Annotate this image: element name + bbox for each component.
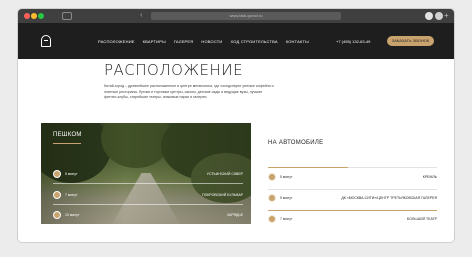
walk-time: 5 минут bbox=[65, 172, 78, 176]
car-destination: КРЕМЛЬ bbox=[422, 175, 437, 179]
walk-route-row[interactable]: 10 минут ЗАРЯДЬЕ bbox=[53, 211, 243, 221]
walk-destination: ПОКРОВСКИЙ БУЛЬВАР bbox=[202, 193, 243, 197]
site-header: РАСПОЛОЖЕНИЕ КВАРТИРЫ ГАЛЕРЕЯ НОВОСТИ ХО… bbox=[18, 23, 454, 59]
car-time: 5 минут bbox=[280, 196, 293, 200]
phone-number[interactable]: +7 (495) 132-63-49 bbox=[336, 39, 370, 44]
nav-item-contacts[interactable]: КОНТАКТЫ bbox=[286, 39, 309, 44]
nav-item-apartments[interactable]: КВАРТИРЫ bbox=[143, 39, 166, 44]
walk-panel: ПЕШКОМ 5 минут УСТЬИНСКИЙ СКВЕР 7 минут … bbox=[41, 123, 251, 224]
walk-route-row[interactable]: 5 минут УСТЬИНСКИЙ СКВЕР bbox=[53, 170, 243, 180]
call-back-button[interactable]: ЗАКАЗАТЬ ЗВОНОК bbox=[387, 36, 434, 46]
main-menu: РАСПОЛОЖЕНИЕ КВАРТИРЫ ГАЛЕРЕЯ НОВОСТИ ХО… bbox=[98, 39, 309, 44]
browser-chrome: ‹ www.kitai-gorod.ru + bbox=[18, 9, 454, 23]
walk-route-row[interactable]: 7 минут ПОКРОВСКИЙ БУЛЬВАР bbox=[53, 191, 243, 201]
car-pin-icon bbox=[268, 194, 276, 202]
car-title: НА АВТОМОБИЛЕ bbox=[268, 140, 324, 146]
new-tab-icon[interactable]: + bbox=[444, 11, 449, 20]
download-icon[interactable] bbox=[425, 12, 433, 20]
walk-pin-icon bbox=[53, 211, 61, 219]
car-destination: БОЛЬШОЙ ТЕАТР bbox=[407, 217, 437, 221]
walk-title: ПЕШКОМ bbox=[53, 132, 82, 138]
walk-destination: УСТЬИНСКИЙ СКВЕР bbox=[206, 172, 243, 176]
page-title: РАСПОЛОЖЕНИЕ bbox=[104, 61, 244, 79]
car-route-row[interactable]: 7 минут БОЛЬШОЙ ТЕАТР bbox=[268, 215, 437, 225]
walk-pin-icon bbox=[53, 191, 61, 199]
walk-destination: ЗАРЯДЬЕ bbox=[226, 213, 243, 217]
maximize-window-button[interactable] bbox=[38, 13, 44, 19]
sidebar-toggle-icon[interactable] bbox=[62, 12, 72, 20]
address-bar[interactable]: www.kitai-gorod.ru bbox=[151, 12, 341, 20]
car-pin-icon bbox=[268, 173, 276, 181]
browser-window: ‹ www.kitai-gorod.ru + РАСПОЛОЖЕНИЕ КВАР… bbox=[18, 9, 454, 242]
nav-item-location[interactable]: РАСПОЛОЖЕНИЕ bbox=[98, 39, 135, 44]
close-window-button[interactable] bbox=[24, 13, 30, 19]
car-panel: НА АВТОМОБИЛЕ 5 минут КРЕМЛЬ 5 минут ДК … bbox=[251, 123, 454, 224]
car-destination: ДК «МОСКВА-СИТИ»/ЦЕНТР ТРЕТЬЯКОВСКАЯ ГАЛ… bbox=[341, 196, 437, 200]
minimize-window-button[interactable] bbox=[31, 13, 37, 19]
location-description: Китай-город – древнейшее расположенное в… bbox=[104, 84, 274, 99]
nav-item-construction[interactable]: ХОД СТРОИТЕЛЬСТВА bbox=[231, 39, 278, 44]
walk-time: 7 минут bbox=[65, 193, 78, 197]
walk-time: 10 минут bbox=[65, 213, 80, 217]
car-time: 7 минут bbox=[280, 217, 293, 221]
nav-item-gallery[interactable]: ГАЛЕРЕЯ bbox=[174, 39, 194, 44]
back-arrow-icon[interactable]: ‹ bbox=[140, 11, 148, 19]
logo-icon[interactable] bbox=[41, 35, 51, 47]
walk-pin-icon bbox=[53, 170, 61, 178]
share-icon[interactable] bbox=[435, 12, 443, 20]
car-pin-icon bbox=[268, 215, 276, 223]
walk-title-underline bbox=[53, 143, 81, 144]
nav-item-news[interactable]: НОВОСТИ bbox=[201, 39, 222, 44]
car-route-row[interactable]: 5 минут ДК «МОСКВА-СИТИ»/ЦЕНТР ТРЕТЬЯКОВ… bbox=[268, 194, 437, 204]
car-time: 5 минут bbox=[280, 175, 293, 179]
car-route-row[interactable]: 5 минут КРЕМЛЬ bbox=[268, 173, 437, 183]
